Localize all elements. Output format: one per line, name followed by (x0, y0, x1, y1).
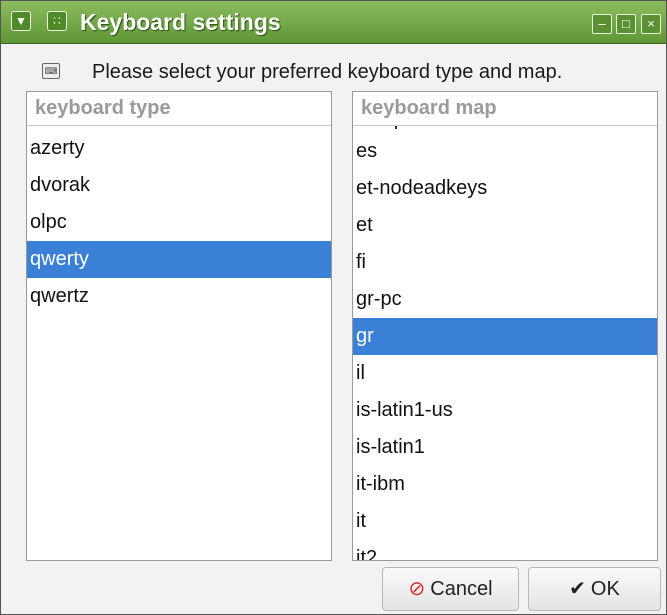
keyboard-type-header[interactable]: keyboard type (27, 92, 331, 126)
keyboard-type-item[interactable]: azerty (27, 130, 331, 167)
window-title: Keyboard settings (80, 9, 281, 35)
keyboard-type-item-selected[interactable]: qwerty (27, 241, 331, 278)
prompt-text: Please select your preferred keyboard ty… (92, 61, 563, 83)
keyboard-type-item[interactable]: dvorak (27, 167, 331, 204)
keyboard-settings-window: ▼ ∷ Keyboard settings – □ × ⌨ Please sel… (0, 0, 667, 615)
keyboard-map-item-selected[interactable]: gr (353, 318, 657, 355)
keyboard-map-item[interactable]: it (353, 503, 657, 540)
keyboard-type-item[interactable]: qwertz (27, 278, 331, 315)
ok-button-label: OK (590, 578, 620, 600)
keyboard-map-item-partial[interactable]: it2 (353, 540, 657, 560)
keyboard-map-item[interactable]: fi (353, 244, 657, 281)
checkmark-icon: ✔ (569, 578, 586, 600)
cancel-button-label: Cancel (430, 578, 493, 600)
title-bar[interactable]: ▼ ∷ Keyboard settings – □ × (1, 1, 666, 44)
keyboard-map-item[interactable]: is-latin1 (353, 429, 657, 466)
keyboard-map-item[interactable]: es (353, 133, 657, 170)
close-button[interactable]: × (641, 14, 661, 34)
grid-menu-icon[interactable]: ∷ (47, 11, 67, 31)
keyboard-map-header[interactable]: keyboard map (353, 92, 657, 126)
maximize-button[interactable]: □ (616, 14, 636, 34)
keyboard-map-item[interactable]: is-latin1-us (353, 392, 657, 429)
keyboard-map-list[interactable]: keyboard map es-cp850 es et-nodeadkeys e… (352, 91, 658, 561)
keyboard-map-item[interactable]: et-nodeadkeys (353, 170, 657, 207)
keyboard-icon: ⌨ (42, 63, 60, 79)
keyboard-map-item[interactable]: it-ibm (353, 466, 657, 503)
download-arrow-icon[interactable]: ▼ (11, 11, 31, 31)
keyboard-map-item[interactable]: gr-pc (353, 281, 657, 318)
keyboard-map-item[interactable]: et (353, 207, 657, 244)
keyboard-map-item[interactable]: il (353, 355, 657, 392)
minimize-button[interactable]: – (592, 14, 612, 34)
cancel-button[interactable]: ⊘ Cancel (382, 567, 519, 611)
keyboard-type-item[interactable]: olpc (27, 204, 331, 241)
keyboard-type-list[interactable]: keyboard type azerty dvorak olpc qwerty … (26, 91, 332, 561)
no-entry-icon: ⊘ (408, 578, 426, 600)
ok-button[interactable]: ✔ OK (528, 567, 661, 611)
